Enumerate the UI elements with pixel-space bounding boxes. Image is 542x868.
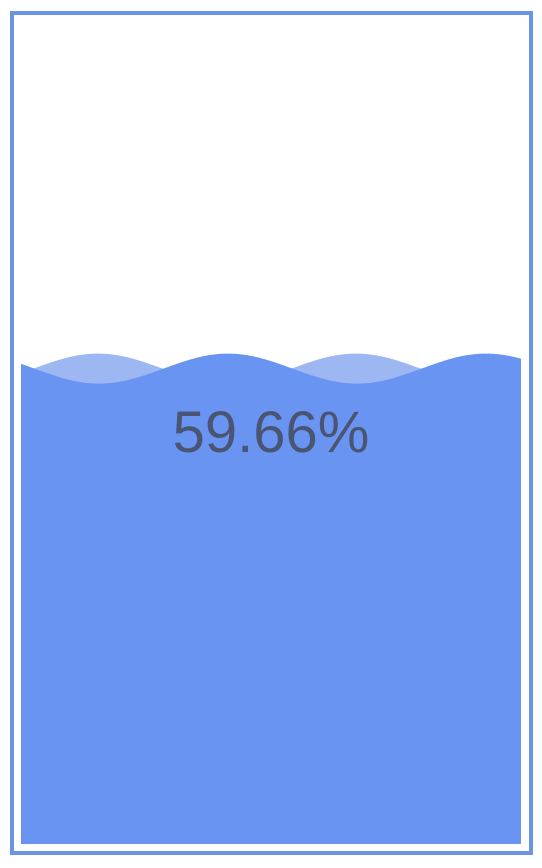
value-label: 59.66% <box>172 400 370 465</box>
liquid-gauge: 59.66% <box>21 22 521 844</box>
